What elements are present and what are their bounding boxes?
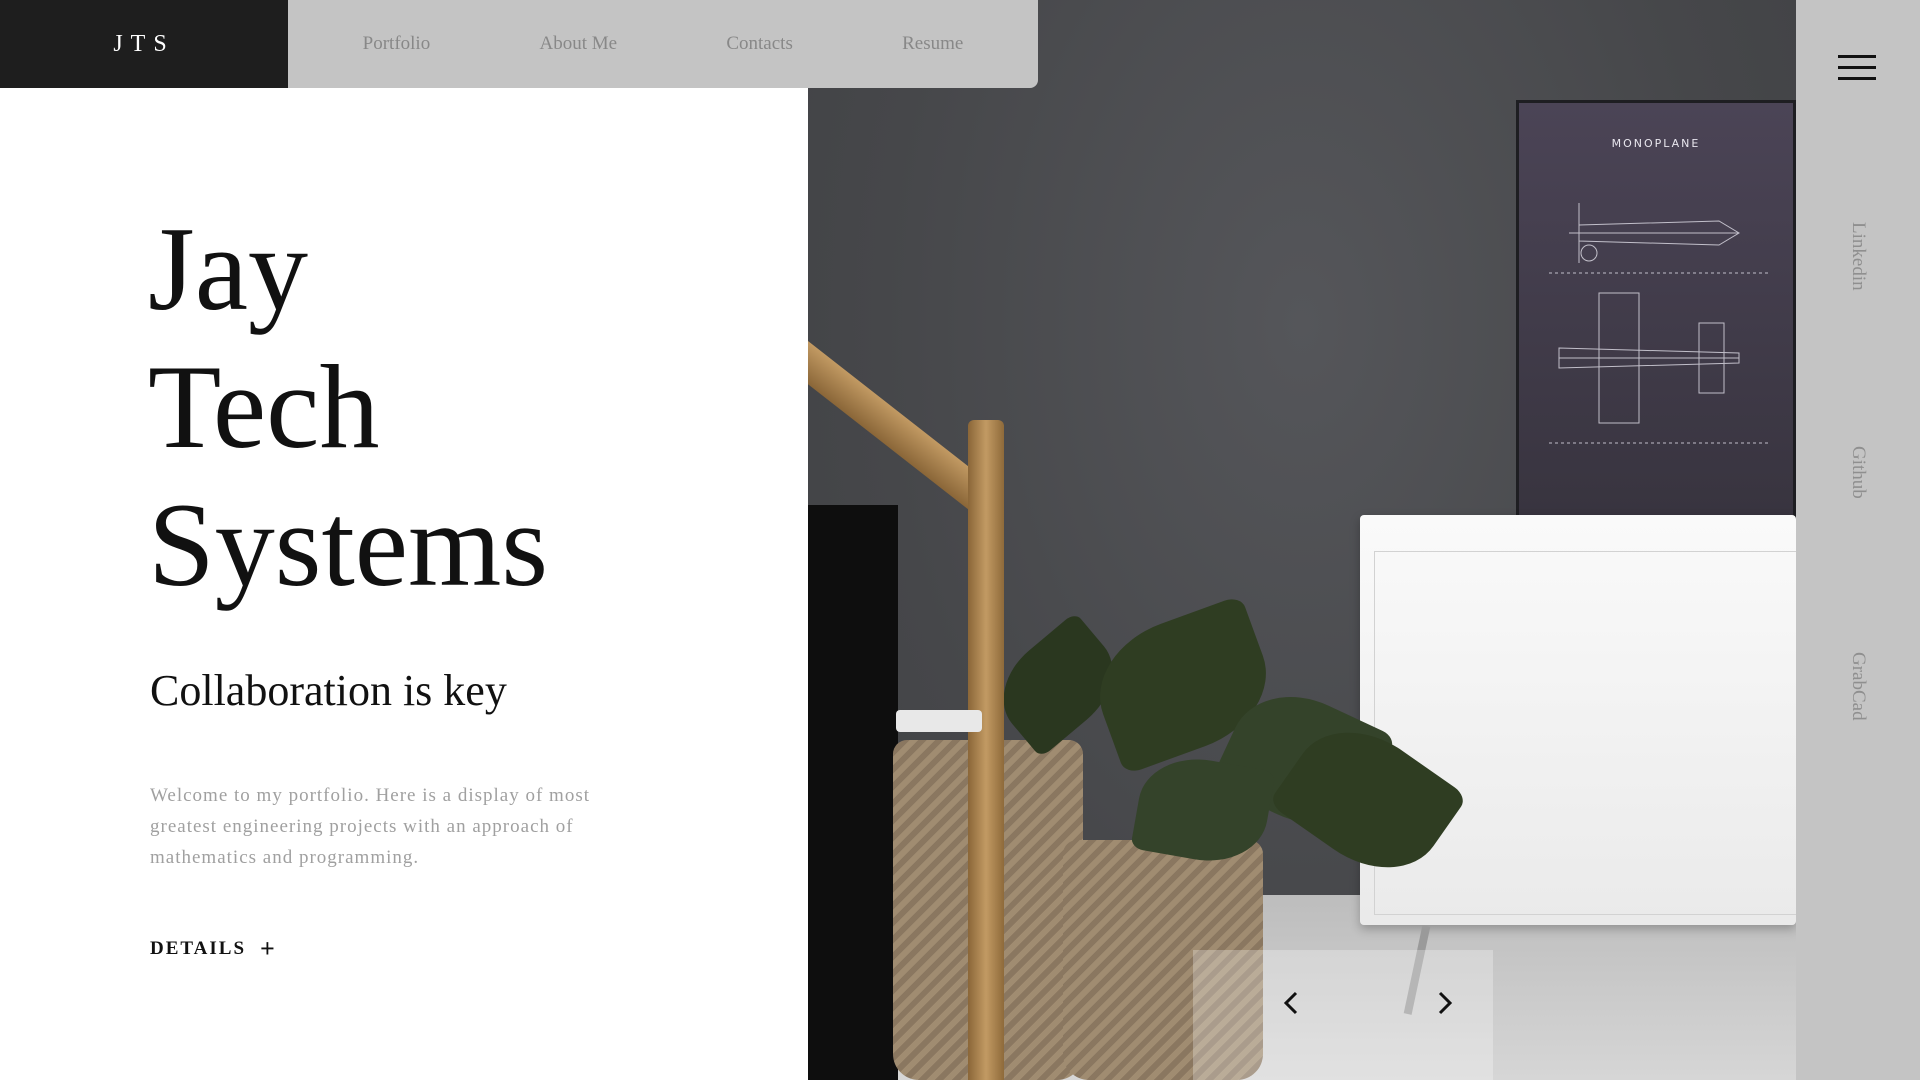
nav-item-portfolio[interactable]: Portfolio (363, 33, 431, 55)
next-slide-button[interactable] (1427, 985, 1463, 1021)
cabinet (1360, 515, 1796, 925)
nav-item-about-me[interactable]: About Me (539, 33, 617, 55)
mirror-frame (968, 420, 1004, 1080)
hero-tagline: Collaboration is key (150, 666, 507, 715)
poster-frame: MONOPLANE (1516, 100, 1796, 520)
social-link-github[interactable]: Github (1847, 446, 1869, 499)
top-navigation: Portfolio About Me Contacts Resume (288, 0, 1038, 88)
chevron-left-icon (1283, 991, 1298, 1015)
hero-title-line: Systems (148, 478, 549, 611)
details-button[interactable]: DETAILS + (150, 936, 277, 962)
hero-title: Jay Tech Systems (148, 200, 548, 614)
mirror-handle (896, 710, 982, 732)
social-link-linkedin[interactable]: Linkedin (1847, 222, 1869, 291)
brand-logo-text: JTS (113, 30, 175, 57)
brand-logo[interactable]: JTS (0, 0, 288, 88)
right-rail: Linkedin Github GrabCad (1796, 0, 1920, 1080)
nav-item-contacts[interactable]: Contacts (726, 33, 793, 55)
hamburger-menu-icon[interactable] (1838, 55, 1876, 83)
details-label: DETAILS (150, 938, 247, 959)
nav-item-resume[interactable]: Resume (902, 33, 963, 55)
hero-title-line: Tech (148, 340, 380, 473)
hero-photo: MONOPLANE (808, 0, 1796, 1080)
slider-controls (1273, 985, 1463, 1021)
hero-title-line: Jay (148, 202, 308, 335)
prev-slide-button[interactable] (1273, 985, 1309, 1021)
airplane-blueprint-icon (1549, 203, 1769, 444)
cabinet-door (1374, 551, 1796, 915)
mirror-glass (808, 505, 898, 1080)
plus-icon: + (260, 934, 277, 963)
poster-title: MONOPLANE (1611, 137, 1701, 150)
social-link-grabcad[interactable]: GrabCad (1847, 652, 1869, 721)
hero-intro-text: Welcome to my portfolio. Here is a displ… (150, 785, 591, 868)
chevron-right-icon (1438, 991, 1453, 1015)
